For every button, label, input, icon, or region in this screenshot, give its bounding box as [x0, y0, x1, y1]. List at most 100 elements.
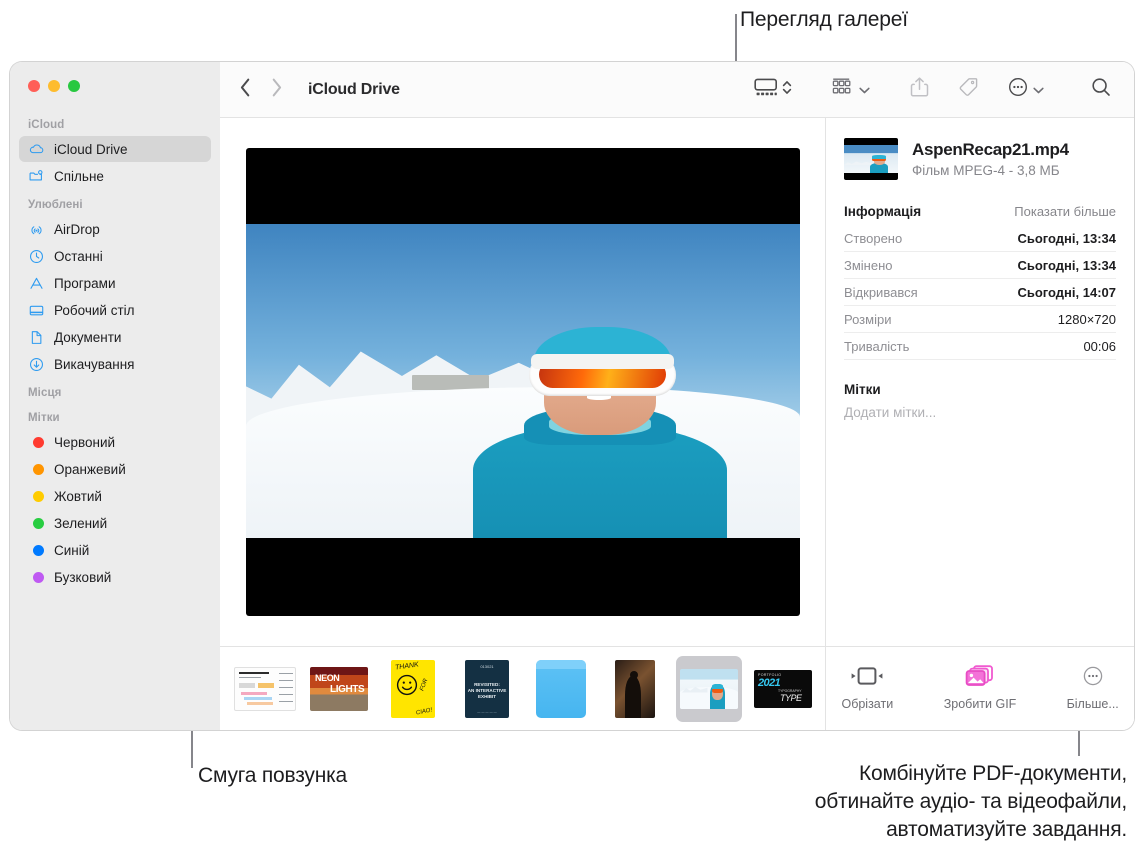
sidebar-item-tag-orange[interactable]: Оранжевий [19, 456, 211, 482]
tag-icon [957, 76, 979, 103]
finder-window: iCloud iCloud Drive Спільне Улюблені Air… [10, 62, 1134, 730]
toolbar: iCloud Drive [220, 62, 1134, 118]
filmstrip-item-silhouette[interactable] [602, 656, 668, 722]
close-button[interactable] [28, 80, 40, 92]
back-button[interactable] [240, 78, 251, 102]
sidebar-section-header-favorites: Улюблені [10, 190, 220, 215]
blue-folder-thumb [536, 660, 586, 718]
sidebar-item-tag-red[interactable]: Червоний [19, 429, 211, 455]
shared-folder-icon [28, 168, 45, 185]
sidebar-item-downloads[interactable]: Викачування [19, 351, 211, 377]
portfolio-year: 2021 [758, 677, 780, 689]
filmstrip-item-infographic[interactable] [232, 656, 298, 722]
filmstrip-item-neon-lights[interactable]: NEON LIGHTS [306, 656, 372, 722]
view-stepper-icon[interactable] [782, 79, 792, 101]
filmstrip-item-folder[interactable] [528, 656, 594, 722]
neon-line-1: NEON [315, 673, 339, 683]
exhibit-date: 013021 [465, 664, 509, 669]
chevron-down-icon [859, 81, 870, 99]
info-key: Розміри [844, 312, 891, 327]
document-icon [28, 329, 45, 346]
show-more-link[interactable]: Показати більше [1014, 204, 1116, 219]
sidebar-item-tag-blue[interactable]: Синій [19, 537, 211, 563]
trim-action[interactable]: Обрізати [826, 662, 909, 711]
sidebar-item-icloud-drive[interactable]: iCloud Drive [19, 136, 211, 162]
gallery-view-icon [754, 76, 778, 103]
more-actions-button[interactable] [1001, 76, 1050, 103]
forward-button[interactable] [271, 78, 282, 102]
gallery-view-button[interactable] [748, 76, 798, 103]
filmstrip-item-aspen-recap-selected[interactable] [676, 656, 742, 722]
share-button[interactable] [904, 76, 935, 103]
sidebar-item-label: Червоний [54, 435, 115, 450]
sidebar-item-tag-purple[interactable]: Бузковий [19, 564, 211, 590]
sidebar-item-tag-yellow[interactable]: Жовтий [19, 483, 211, 509]
navigation-arrows [240, 78, 282, 102]
group-items-button[interactable] [826, 77, 876, 102]
filmstrip-item-exhibit[interactable]: 013021 REVISITED: AN INTERACTIVE EXHIBIT… [454, 656, 520, 722]
ellipsis-circle-icon [1082, 662, 1104, 690]
more-action[interactable]: Більше... [1051, 662, 1134, 711]
callout-bottom-right: Комбінуйте PDF-документи, обтинайте ауді… [672, 760, 1127, 844]
info-panel: AspenRecap21.mp4 Фільм MPEG-4 - 3,8 МБ І… [825, 118, 1134, 646]
info-row-opened: Відкривався Сьогодні, 14:07 [844, 279, 1116, 306]
content-row: AspenRecap21.mp4 Фільм MPEG-4 - 3,8 МБ І… [220, 118, 1134, 646]
bottom-bar: NEON LIGHTS THANK FOR CIAO! [220, 646, 1134, 730]
info-key: Тривалість [844, 339, 909, 354]
smile [587, 395, 612, 399]
sidebar: iCloud iCloud Drive Спільне Улюблені Air… [10, 62, 220, 730]
sidebar-item-applications[interactable]: Програми [19, 270, 211, 296]
sidebar-item-label: Викачування [54, 357, 135, 372]
applications-icon [28, 275, 45, 292]
info-row-created: Створено Сьогодні, 13:34 [844, 225, 1116, 252]
beanie-band [531, 354, 674, 369]
info-section-header: Інформація Показати більше [844, 204, 1116, 219]
quick-actions: Обрізати Зробити GIF [825, 647, 1134, 730]
preview-pane [220, 118, 825, 646]
sidebar-item-label: Програми [54, 276, 115, 291]
scrubber-filmstrip[interactable]: NEON LIGHTS THANK FOR CIAO! [220, 647, 825, 730]
search-button[interactable] [1084, 76, 1118, 103]
tag-dot-icon [28, 542, 45, 559]
aspen-recap-video-thumb [680, 669, 738, 709]
add-tags-input[interactable]: Додати мітки... [844, 405, 1116, 420]
sidebar-item-shared[interactable]: Спільне [19, 163, 211, 189]
snowboarder-subject [473, 293, 728, 538]
minimize-button[interactable] [48, 80, 60, 92]
action-label: Обрізати [841, 697, 893, 711]
sidebar-item-tag-green[interactable]: Зелений [19, 510, 211, 536]
thanks-line-1: THANK [395, 661, 419, 671]
sidebar-item-desktop[interactable]: Робочий стіл [19, 297, 211, 323]
info-value: Сьогодні, 13:34 [1017, 231, 1116, 246]
thanks-line-2: FOR [420, 678, 430, 692]
tag-button[interactable] [951, 76, 985, 103]
file-header: AspenRecap21.mp4 Фільм MPEG-4 - 3,8 МБ [844, 138, 1116, 180]
file-thumbnail [844, 138, 898, 180]
info-value: Сьогодні, 14:07 [1017, 285, 1116, 300]
tag-dot-icon [28, 434, 45, 451]
sidebar-section-header-tags: Мітки [10, 403, 220, 428]
sidebar-item-airdrop[interactable]: AirDrop [19, 216, 211, 242]
info-value: Сьогодні, 13:34 [1017, 258, 1116, 273]
sidebar-item-label: Документи [54, 330, 121, 345]
video-preview[interactable] [246, 148, 800, 616]
info-section-title: Інформація [844, 204, 921, 219]
main-area: iCloud Drive [220, 62, 1134, 730]
sidebar-item-label: Спільне [54, 169, 104, 184]
sidebar-item-label: iCloud Drive [54, 142, 128, 157]
info-row-dimensions: Розміри 1280×720 [844, 306, 1116, 333]
chevron-down-icon [1033, 81, 1044, 99]
sidebar-item-label: Синій [54, 543, 89, 558]
info-key: Відкривався [844, 285, 918, 300]
make-gif-action[interactable]: Зробити GIF [939, 662, 1022, 711]
filmstrip-item-portfolio-2021[interactable]: PORTFOLIO 2021 TYPOGRAPHY TYPE [750, 656, 816, 722]
infographic-poster-thumb [234, 667, 296, 711]
trim-icon [850, 662, 884, 690]
zoom-button[interactable] [68, 80, 80, 92]
sidebar-item-documents[interactable]: Документи [19, 324, 211, 350]
filmstrip-item-thank-you[interactable]: THANK FOR CIAO! [380, 656, 446, 722]
desktop-icon [28, 302, 45, 319]
sidebar-item-label: Жовтий [54, 489, 102, 504]
clock-icon [28, 248, 45, 265]
sidebar-item-recents[interactable]: Останні [19, 243, 211, 269]
